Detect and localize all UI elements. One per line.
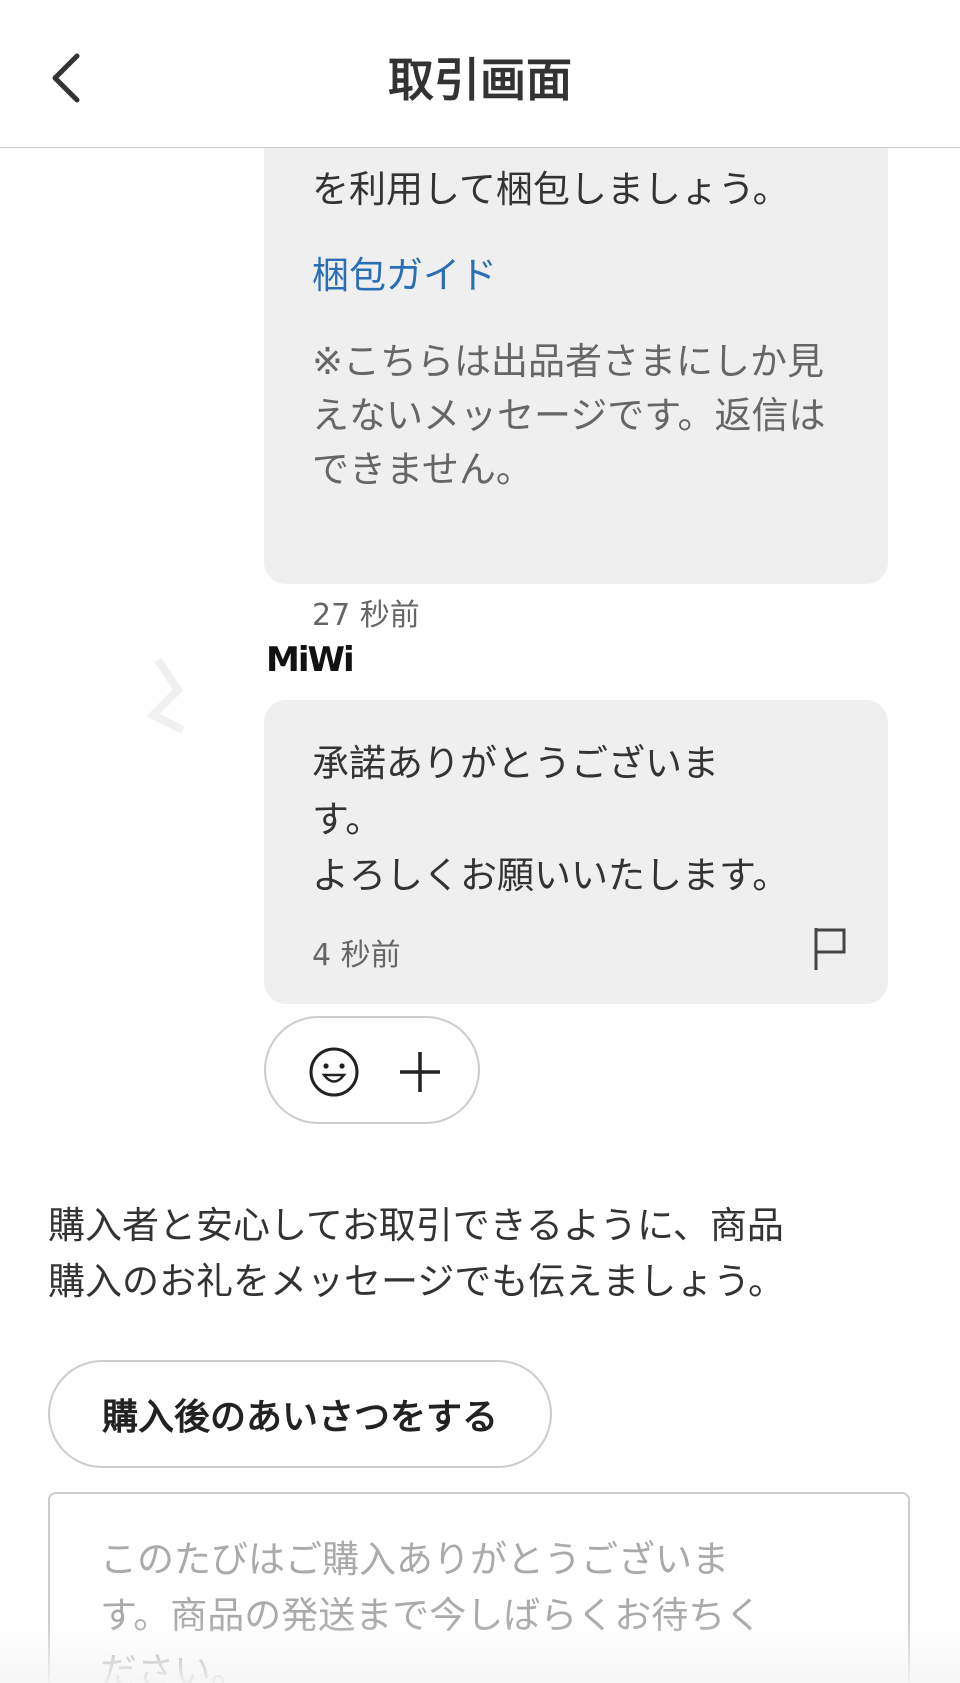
tip-line: 購入のお礼をメッセージでも伝えましょう。 xyxy=(48,1260,786,1303)
message-timestamp: 27 秒前 xyxy=(312,598,420,633)
greeting-tip: 購入者と安心してお取引できるように、商品 購入のお礼をメッセージでも伝えましょう… xyxy=(48,1198,785,1310)
post-purchase-greeting-button[interactable]: 購入後のあいさつをする xyxy=(48,1360,552,1468)
placeholder-line: す。商品の発送まで今しばらくお待ちく xyxy=(100,1594,763,1637)
packing-guide-link[interactable]: 梱包ガイド xyxy=(312,248,497,304)
system-message-bubble: を利用して梱包しましょう。 梱包ガイド ※こちらは出品者さまにしか見えないメッセ… xyxy=(264,80,888,633)
app-header: 取引画面 xyxy=(0,0,960,148)
reaction-bar xyxy=(264,1016,480,1124)
placeholder-line: このたびはご購入ありがとうございま xyxy=(100,1538,729,1581)
buyer-message-bubble: 承諾ありがとうございま す。 よろしくお願いいたします。 4 秒前 xyxy=(264,700,888,1004)
placeholder-line: ださい。 xyxy=(100,1650,248,1683)
message-line: よろしくお願いいたします。 xyxy=(312,854,790,897)
flag-icon[interactable] xyxy=(804,920,854,976)
tip-line: 購入者と安心してお取引できるように、商品 xyxy=(48,1204,784,1247)
avatar[interactable] xyxy=(138,640,218,760)
chat-content: を利用して梱包しましょう。 梱包ガイド ※こちらは出品者さまにしか見えないメッセ… xyxy=(0,0,960,1683)
message-line: を利用して梱包しましょう。 xyxy=(312,168,790,211)
message-timestamp: 4 秒前 xyxy=(312,938,401,973)
message-line: 承諾ありがとうございま xyxy=(312,742,719,785)
sender-name: MiWi xyxy=(266,640,355,680)
message-input-placeholder: このたびはご購入ありがとうございま す。商品の発送まで今しばらくお待ちく ださい… xyxy=(100,1532,870,1683)
message-input[interactable]: このたびはご購入ありがとうございま す。商品の発送まで今しばらくお待ちく ださい… xyxy=(48,1492,910,1683)
smiley-icon[interactable] xyxy=(306,1044,362,1100)
seller-only-note: ※こちらは出品者さまにしか見えないメッセージです。返信はできません。 xyxy=(312,340,826,491)
message-line: す。 xyxy=(312,798,383,841)
system-message-text: を利用して梱包しましょう。 xyxy=(312,162,790,218)
page-title: 取引画面 xyxy=(388,53,572,107)
plus-icon[interactable] xyxy=(396,1046,444,1098)
buyer-message-text: 承諾ありがとうございま す。 よろしくお願いいたします。 xyxy=(312,736,789,904)
